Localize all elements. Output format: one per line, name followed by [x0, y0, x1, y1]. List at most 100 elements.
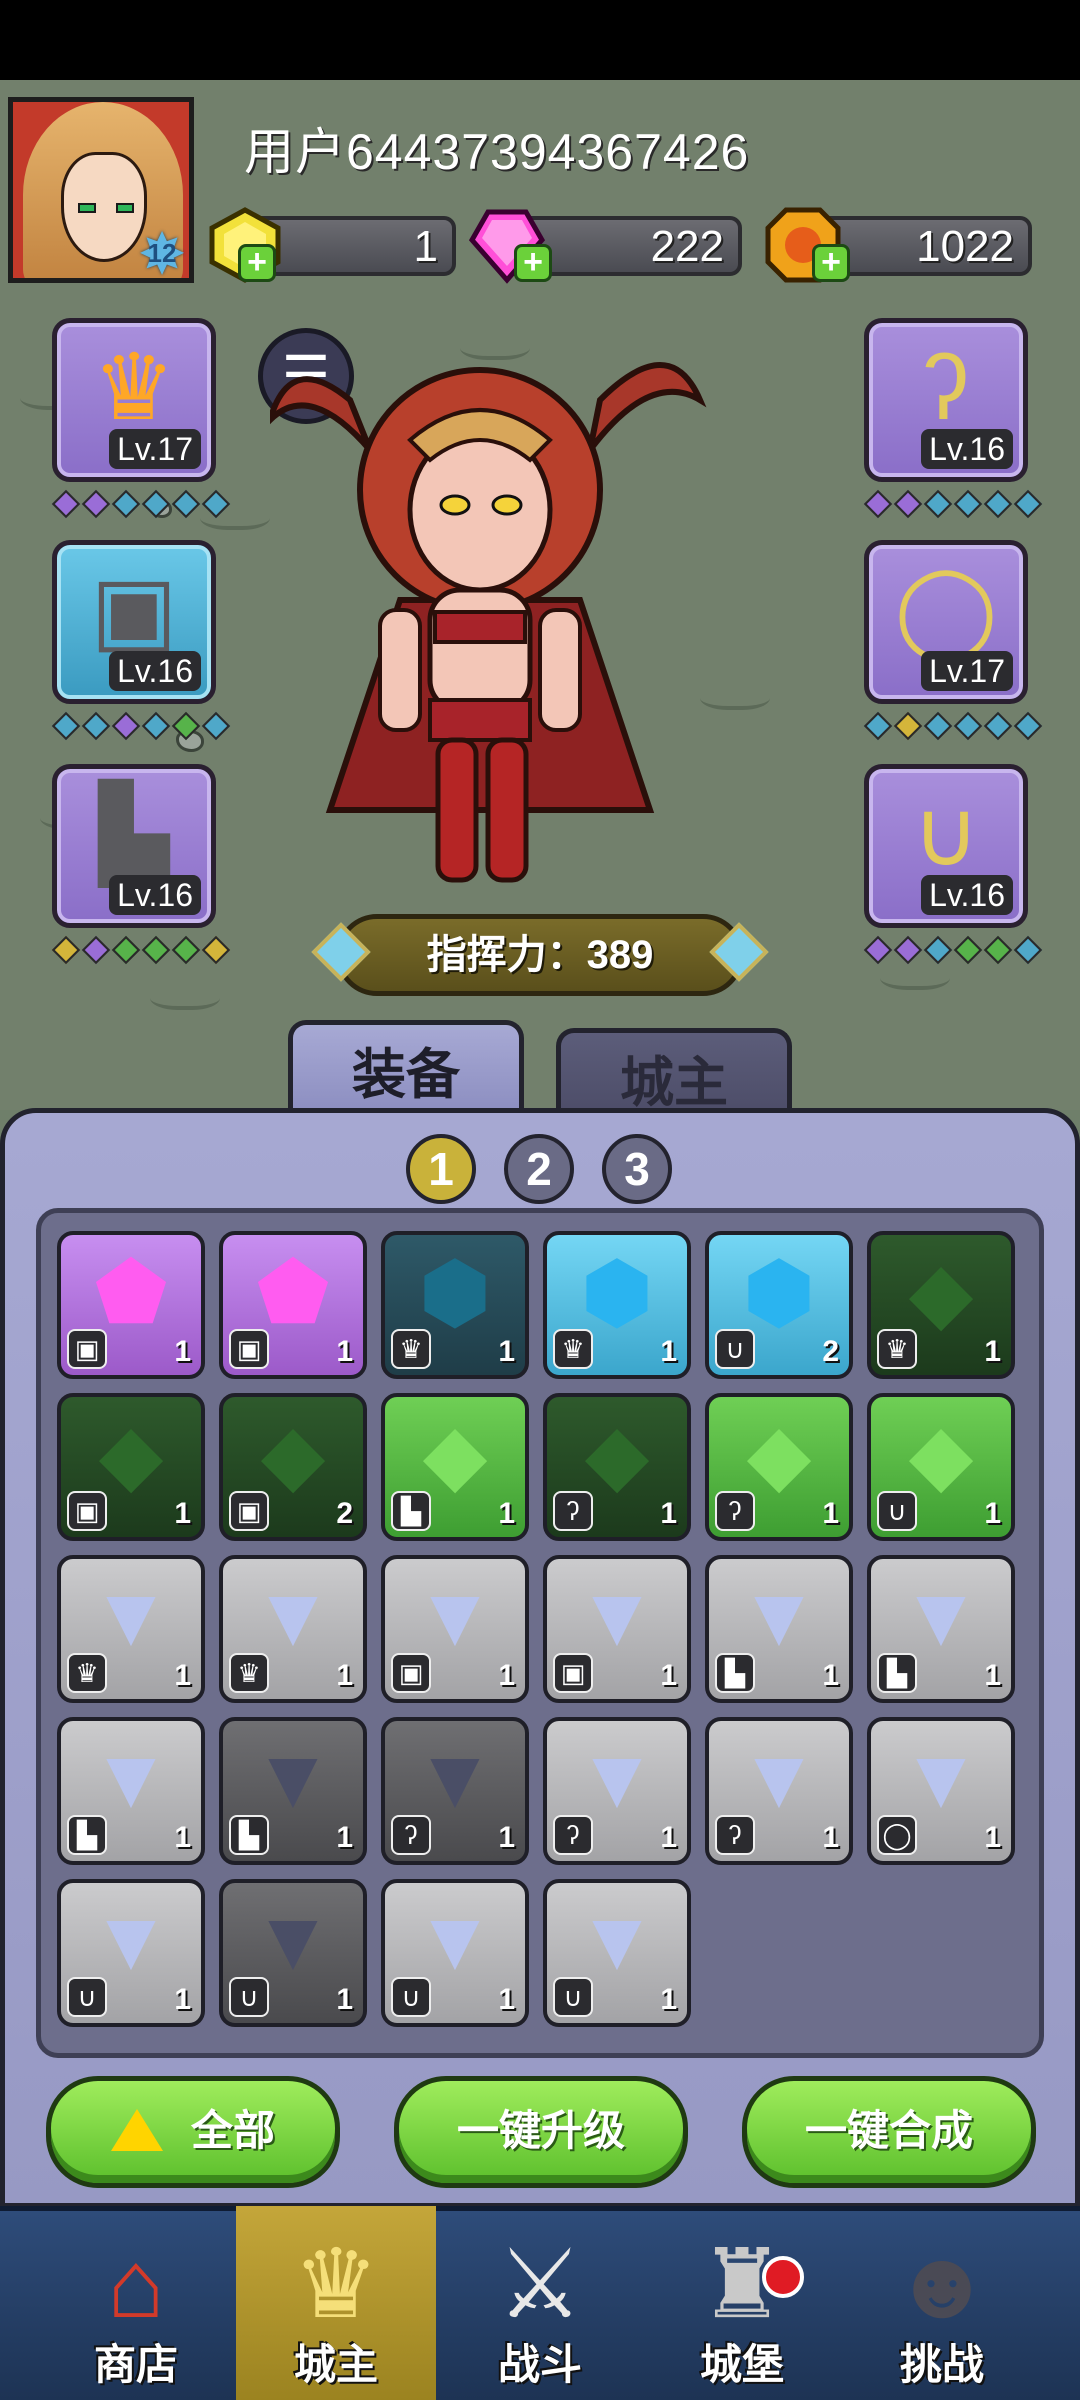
crown-icon: ♛ — [67, 1653, 107, 1693]
gem-count: 1 — [822, 1497, 839, 1530]
gem-count: 1 — [336, 1335, 353, 1368]
equip-slot-ring[interactable]: ◯ Lv.17 — [864, 540, 1028, 704]
gem-count: 1 — [660, 1335, 677, 1368]
boot-icon: ▙ — [877, 1653, 917, 1693]
equip-slot-crown[interactable]: ♛ Lv.17 — [52, 318, 216, 482]
gem-count: 1 — [174, 1983, 191, 2016]
page-3-button[interactable]: 3 — [602, 1134, 672, 1204]
add-yellow-gem-button[interactable]: + — [238, 244, 276, 282]
inventory-gem-cell[interactable]: ⬟ ▣ 1 — [219, 1231, 367, 1379]
gem-count: 1 — [660, 1659, 677, 1692]
one-click-merge-button[interactable]: 一键合成 — [742, 2076, 1036, 2188]
inventory-gem-cell[interactable]: ◆ ▙ 1 — [381, 1393, 529, 1541]
inventory-gem-cell[interactable]: ▼ ◯ 1 — [867, 1717, 1015, 1865]
equip-slot-armor[interactable]: ▣ Lv.16 — [52, 540, 216, 704]
inventory-gem-cell[interactable]: ▼ ♛ 1 — [219, 1555, 367, 1703]
gem-count: 1 — [660, 1821, 677, 1854]
add-gold-coin-button[interactable]: + — [812, 244, 850, 282]
inventory-gem-cell[interactable]: ▼ ʔ 1 — [381, 1717, 529, 1865]
inventory-gem-cell[interactable]: ◆ ʔ 1 — [705, 1393, 853, 1541]
inventory-gem-cell[interactable]: ▼ ʔ 1 — [705, 1717, 853, 1865]
armor-icon: ▣ — [229, 1329, 269, 1369]
inventory-gem-cell[interactable]: ▼ ▙ 1 — [867, 1555, 1015, 1703]
nav-battle[interactable]: ⚔ 战斗 — [440, 2206, 640, 2400]
gem-count: 2 — [336, 1497, 353, 1530]
inventory-gem-cell[interactable]: ⬢ ∪ 2 — [705, 1231, 853, 1379]
page-1-button[interactable]: 1 — [406, 1134, 476, 1204]
nav-battle-label: 战斗 — [497, 2341, 582, 2388]
inventory-gem-cell[interactable]: ▼ ∪ 1 — [543, 1879, 691, 2027]
inventory-gem-cell[interactable]: ▼ ∪ 1 — [57, 1879, 205, 2027]
armor-icon: ▣ — [67, 1329, 107, 1369]
gem-socket-icon — [201, 489, 231, 519]
inventory-gem-cell[interactable]: ⬟ ▣ 1 — [57, 1231, 205, 1379]
command-power-label: 指挥力：389 — [426, 933, 654, 977]
inventory-gem-cell[interactable]: ▼ ▙ 1 — [57, 1717, 205, 1865]
inventory-gem-cell[interactable]: ▼ ∪ 1 — [381, 1879, 529, 2027]
equip-slot-necklace[interactable]: ∪ Lv.16 — [864, 764, 1028, 928]
gem-socket-icon — [171, 489, 201, 519]
gem-socket-icon — [51, 489, 81, 519]
inventory-gem-cell[interactable]: ▼ ∪ 1 — [219, 1879, 367, 2027]
inventory-gem-cell[interactable]: ▼ ▙ 1 — [705, 1555, 853, 1703]
inventory-gem-cell[interactable]: ⬢ ♛ 1 — [381, 1231, 529, 1379]
boot-icon: ▙ — [391, 1491, 431, 1531]
crown-icon: ♛ — [391, 1329, 431, 1369]
inventory-gem-cell[interactable]: ▼ ♛ 1 — [57, 1555, 205, 1703]
nav-castle[interactable]: ♜ 城堡 — [642, 2206, 842, 2400]
nav-challenge[interactable]: ☻ 挑战 — [842, 2206, 1042, 2400]
nav-shop[interactable]: ⌂ 商店 — [36, 2206, 236, 2400]
equip-level: Lv.17 — [921, 651, 1013, 691]
inventory-gem-cell[interactable]: ▼ ▣ 1 — [381, 1555, 529, 1703]
gem-socket-icon — [893, 711, 923, 741]
boot-icon: ▙ — [229, 1815, 269, 1855]
add-pink-gem-button[interactable]: + — [514, 244, 552, 282]
gem-socket-icon — [111, 711, 141, 741]
gem-count: 1 — [498, 1335, 515, 1368]
nav-lord[interactable]: ♛ 城主 — [236, 2206, 436, 2400]
boot-icon: ▙ — [715, 1653, 755, 1693]
inventory-gem-cell[interactable]: ◆ ʔ 1 — [543, 1393, 691, 1541]
gem-socket-icon — [1013, 711, 1043, 741]
inventory-gem-cell[interactable]: ▼ ▣ 1 — [543, 1555, 691, 1703]
inventory-gem-cell[interactable]: ⬢ ♛ 1 — [543, 1231, 691, 1379]
equip-slot-staff[interactable]: ʔ Lv.16 — [864, 318, 1028, 482]
inventory-gem-cell[interactable]: ◆ ▣ 2 — [219, 1393, 367, 1541]
inventory-gem-cell[interactable]: ◆ ♛ 1 — [867, 1231, 1015, 1379]
player-level: 12 — [147, 238, 177, 268]
filter-all-button[interactable]: 全部 — [46, 2076, 340, 2188]
inventory-gem-cell[interactable]: ▼ ʔ 1 — [543, 1717, 691, 1865]
gem-socket-icon — [111, 489, 141, 519]
gem-socket-icon — [923, 489, 953, 519]
gem-count: 1 — [822, 1659, 839, 1692]
one-click-upgrade-button[interactable]: 一键升级 — [394, 2076, 688, 2188]
boot-icon: ▙ — [67, 1815, 107, 1855]
gem-count: 1 — [984, 1497, 1001, 1530]
gem-sockets — [863, 711, 1043, 742]
crown-icon: ♛ — [877, 1329, 917, 1369]
page-2-button[interactable]: 2 — [504, 1134, 574, 1204]
staff-icon: ʔ — [715, 1491, 755, 1531]
hero-character — [263, 340, 710, 900]
gem-count: 1 — [174, 1821, 191, 1854]
tab-equipment[interactable]: 装备 — [288, 1020, 524, 1120]
gem-socket-icon — [141, 935, 171, 965]
equip-slot-boot[interactable]: ▙ Lv.16 — [52, 764, 216, 928]
inventory-gem-cell[interactable]: ◆ ▣ 1 — [57, 1393, 205, 1541]
inventory-gem-cell[interactable]: ◆ ∪ 1 — [867, 1393, 1015, 1541]
gem-socket-icon — [51, 935, 81, 965]
ring-icon: ◯ — [877, 1815, 917, 1855]
inventory-gem-cell[interactable]: ▼ ▙ 1 — [219, 1717, 367, 1865]
nav-challenge-label: 挑战 — [899, 2341, 984, 2388]
command-power-bar: 指挥力：389 — [336, 914, 744, 996]
gem-count: 1 — [336, 1659, 353, 1692]
gem-socket-icon — [1013, 935, 1043, 965]
gem-socket-icon — [111, 935, 141, 965]
gem-count: 1 — [660, 1983, 677, 2016]
gem-socket-icon — [863, 935, 893, 965]
gem-socket-icon — [141, 489, 171, 519]
gem-stone-icon: ▼ — [413, 1731, 497, 1825]
gem-socket-icon — [953, 711, 983, 741]
gem-socket-icon — [141, 711, 171, 741]
staff-icon: ʔ — [553, 1491, 593, 1531]
